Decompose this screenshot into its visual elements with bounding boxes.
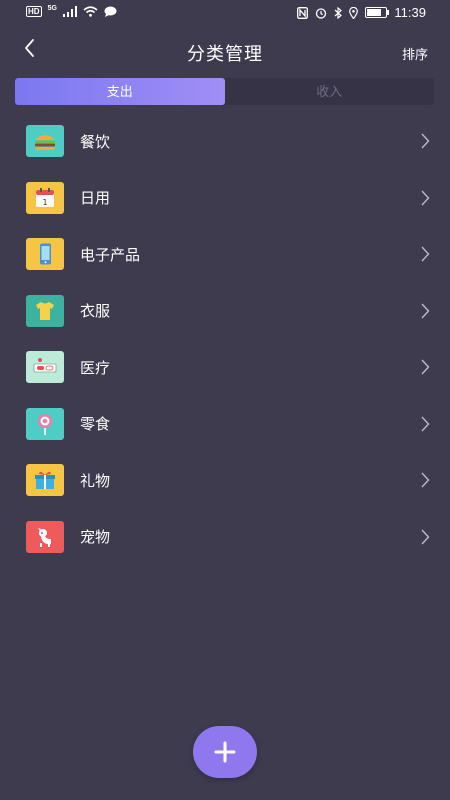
status-bar: HD 5G 11:39 xyxy=(0,0,450,28)
chevron-right-icon xyxy=(421,529,430,545)
category-label: 日用 xyxy=(80,190,111,208)
category-label: 餐饮 xyxy=(80,133,111,151)
chevron-right-icon xyxy=(421,303,430,319)
bluetooth-icon xyxy=(335,6,343,19)
category-label: 宠物 xyxy=(80,529,111,547)
category-list: 餐饮 1 日用 电子产品 衣服 医疗 零食 礼物 宠物 xyxy=(0,113,450,565)
tab-expense[interactable]: 支出 xyxy=(15,78,225,105)
category-label: 医疗 xyxy=(80,359,111,377)
gift-icon xyxy=(26,464,64,497)
signal-icon xyxy=(62,6,77,17)
category-item-snacks[interactable]: 零食 xyxy=(0,396,450,453)
category-item-medical[interactable]: 医疗 xyxy=(0,339,450,396)
dog-icon xyxy=(26,520,64,553)
category-item-electronics[interactable]: 电子产品 xyxy=(0,226,450,283)
plus-icon xyxy=(214,741,236,763)
category-item-clothes[interactable]: 衣服 xyxy=(0,283,450,340)
alarm-icon xyxy=(316,7,327,19)
lollipop-icon xyxy=(26,407,64,440)
hd-indicator: HD xyxy=(26,6,42,17)
tab-bar: 支出 收入 xyxy=(15,78,434,105)
category-label: 零食 xyxy=(80,416,111,434)
category-item-daily[interactable]: 1 日用 xyxy=(0,170,450,227)
clock: 11:39 xyxy=(394,5,426,20)
add-category-button[interactable] xyxy=(193,726,257,778)
chevron-right-icon xyxy=(421,416,430,432)
shirt-icon xyxy=(26,294,64,327)
network-type: 5G xyxy=(47,4,57,12)
chevron-right-icon xyxy=(421,133,430,149)
page-title: 分类管理 xyxy=(187,44,263,64)
wifi-icon xyxy=(83,6,98,17)
svg-text:1: 1 xyxy=(42,198,47,207)
chevron-right-icon xyxy=(421,190,430,206)
burger-icon xyxy=(26,125,64,158)
category-label: 衣服 xyxy=(80,303,111,321)
category-item-gifts[interactable]: 礼物 xyxy=(0,452,450,509)
nfc-icon xyxy=(297,6,309,19)
location-icon xyxy=(349,6,359,19)
category-label: 电子产品 xyxy=(80,246,141,264)
sort-button[interactable]: 排序 xyxy=(402,44,428,63)
chevron-right-icon xyxy=(421,359,430,375)
tab-income[interactable]: 收入 xyxy=(225,78,435,105)
message-icon xyxy=(104,6,117,17)
chevron-right-icon xyxy=(421,472,430,488)
category-item-dining[interactable]: 餐饮 xyxy=(0,113,450,170)
calendar-icon: 1 xyxy=(26,181,64,214)
phone-icon xyxy=(26,238,64,271)
pill-icon xyxy=(26,351,64,384)
header-bar: 分类管理 排序 xyxy=(0,30,450,74)
battery-icon xyxy=(365,7,390,18)
chevron-right-icon xyxy=(421,246,430,262)
category-item-pets[interactable]: 宠物 xyxy=(0,509,450,566)
category-label: 礼物 xyxy=(80,472,111,490)
